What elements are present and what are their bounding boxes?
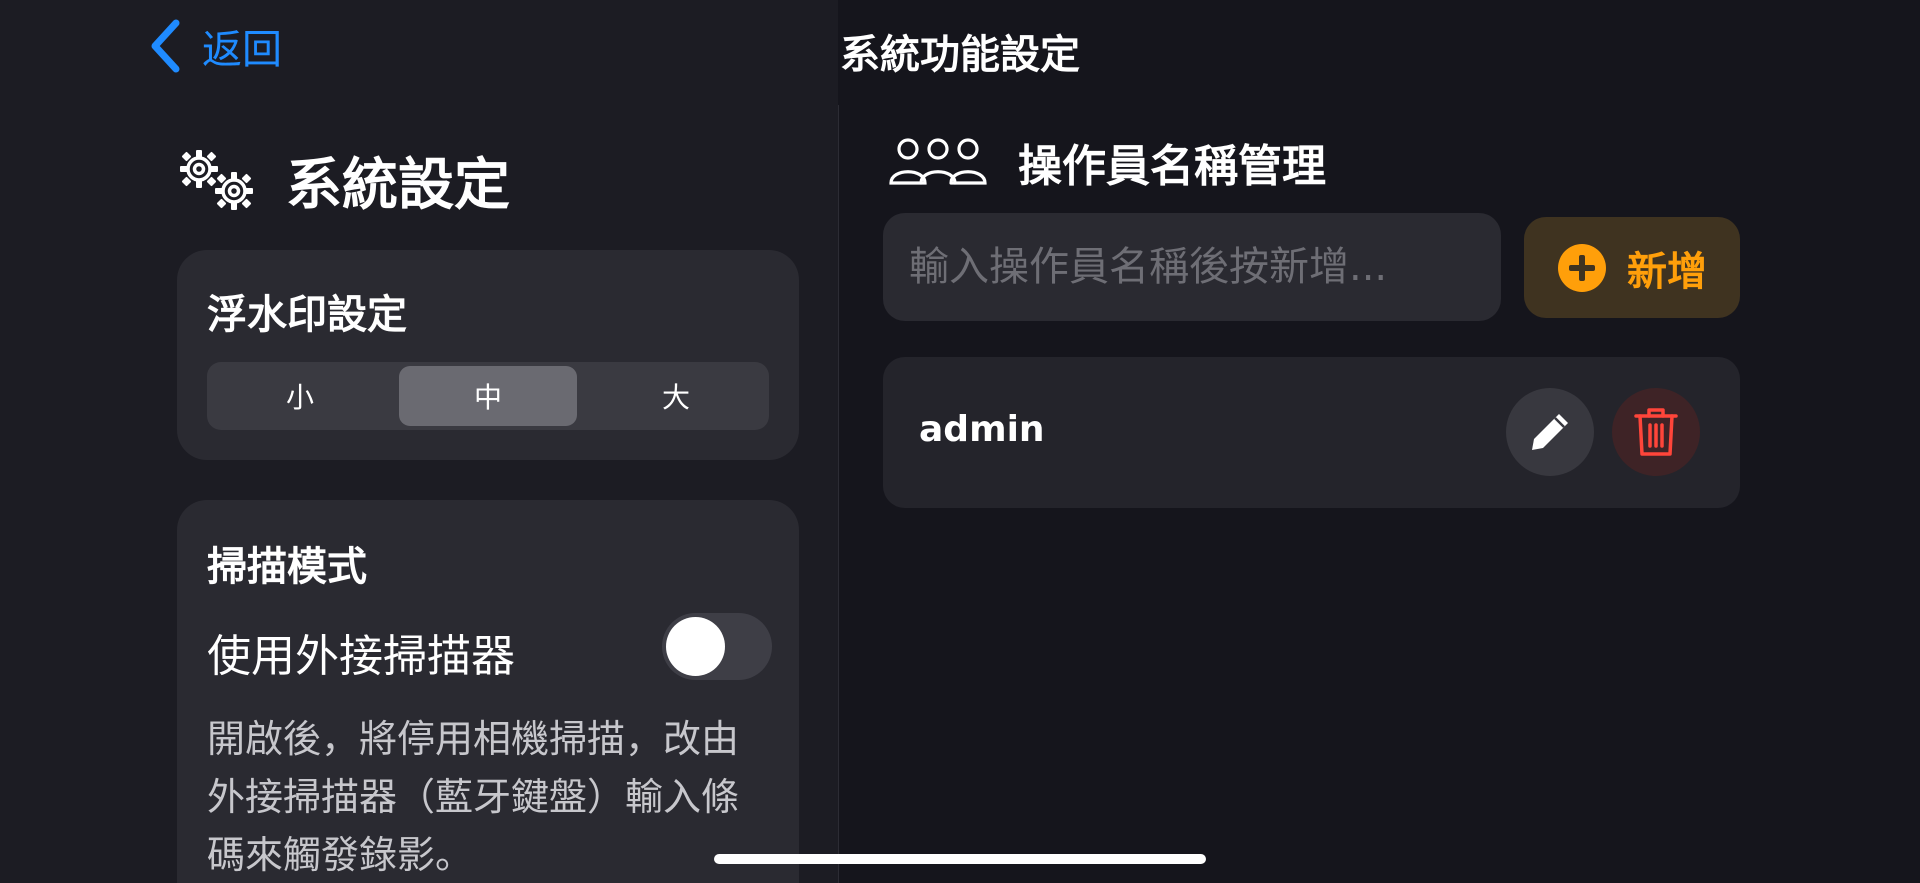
watermark-size-control: 小 中 大	[207, 362, 769, 430]
chevron-left-icon	[151, 19, 180, 73]
system-settings-title: 系統設定	[286, 153, 510, 218]
scan-mode-title: 掃描模式	[207, 544, 367, 590]
toggle-knob	[666, 617, 725, 676]
back-button[interactable]: 返回	[150, 18, 282, 74]
delete-operator-button[interactable]	[1612, 388, 1700, 476]
external-scanner-toggle[interactable]	[662, 613, 772, 680]
operators-header: 操作員名稱管理	[888, 130, 1326, 194]
system-settings-header: 系統設定	[178, 140, 510, 221]
watermark-card: 浮水印設定 小 中 大	[177, 250, 799, 460]
home-indicator	[714, 854, 1206, 864]
trash-icon	[1634, 408, 1678, 456]
add-operator-label: 新增	[1627, 248, 1707, 295]
pane-divider	[838, 105, 839, 883]
operators-title: 操作員名稱管理	[1018, 141, 1326, 192]
operator-row: admin	[883, 357, 1740, 508]
operator-name-input[interactable]	[883, 213, 1501, 321]
add-operator-button[interactable]: 新增	[1524, 217, 1740, 318]
scan-mode-card: 掃描模式 使用外接掃描器 開啟後，將停用相機掃描，改由外接掃描器（藍牙鍵盤）輸入…	[177, 500, 799, 883]
watermark-title: 浮水印設定	[207, 292, 407, 338]
page-title: 系統功能設定	[840, 32, 1080, 78]
pencil-icon	[1532, 414, 1568, 450]
watermark-option-small[interactable]: 小	[211, 366, 389, 426]
watermark-option-medium[interactable]: 中	[399, 366, 577, 426]
edit-operator-button[interactable]	[1506, 388, 1594, 476]
external-scanner-label: 使用外接掃描器	[207, 631, 515, 682]
gears-icon	[180, 149, 253, 210]
scan-mode-description: 開啟後，將停用相機掃描，改由外接掃描器（藍牙鍵盤）輸入條碼來觸發錄影。	[207, 717, 740, 877]
screen: 返回 系統功能設定 系統設定 浮水印設定 小 中 大 掃描模式 使用外接掃描器 …	[0, 0, 1920, 883]
plus-circle-icon	[1558, 243, 1606, 292]
people-icon	[889, 138, 987, 185]
back-label: 返回	[202, 27, 282, 73]
watermark-option-large[interactable]: 大	[587, 366, 765, 426]
operator-name: admin	[919, 409, 1045, 450]
